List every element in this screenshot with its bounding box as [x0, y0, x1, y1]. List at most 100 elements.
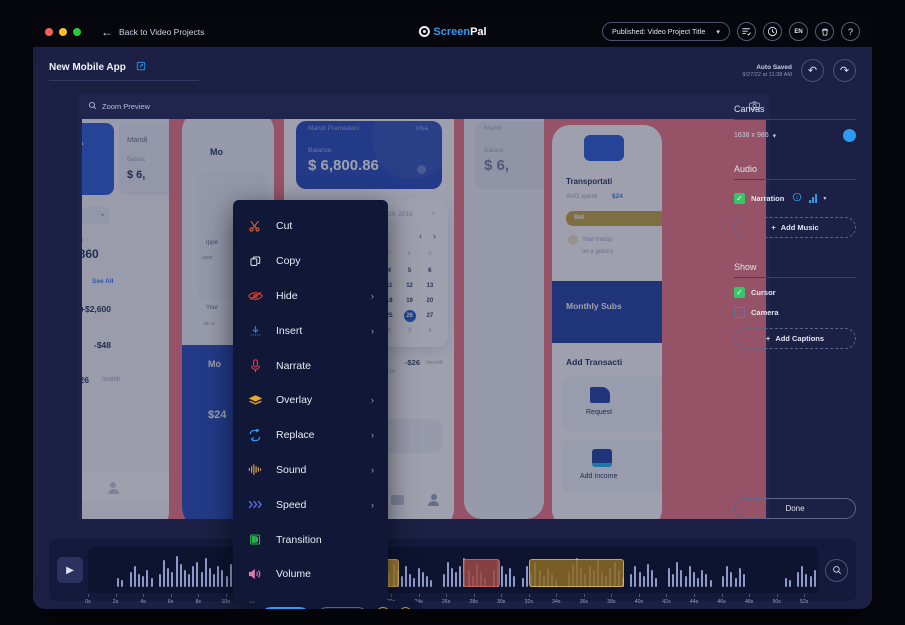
- minimize-window-button[interactable]: [59, 27, 67, 36]
- undo-button[interactable]: ↶: [801, 59, 824, 82]
- add-arrow-button[interactable]: + Arrow: [316, 607, 369, 609]
- divider: [734, 179, 856, 180]
- waveform-bar: [521, 578, 524, 587]
- waveform-bar: [158, 574, 161, 587]
- canvas-size-row: 1638 x 986 ▾: [734, 129, 856, 142]
- transition-icon: [247, 533, 263, 546]
- brand-part-1: Screen: [433, 25, 471, 38]
- trash-icon[interactable]: [815, 22, 834, 41]
- add-captions-button[interactable]: + Add Captions: [734, 328, 856, 349]
- waveform-bar: [801, 566, 804, 587]
- project-title-field[interactable]: New Mobile App: [49, 61, 199, 81]
- history-icon[interactable]: [763, 22, 782, 41]
- add-captions-label: Add Captions: [775, 334, 825, 343]
- cursor-tool-button[interactable]: ➤: [397, 607, 413, 609]
- waveform-bar: [734, 578, 737, 587]
- ruler-label: 40s: [634, 599, 644, 605]
- back-to-video-projects-link[interactable]: ← Back to Video Projects: [101, 26, 204, 38]
- waveform-bar: [730, 572, 733, 587]
- ruler-tick: [776, 594, 778, 597]
- ruler-tick: [225, 594, 227, 597]
- context-menu-item-sound[interactable]: Sound ›: [233, 453, 388, 488]
- list-check-icon[interactable]: [737, 22, 756, 41]
- insert-down-icon: [247, 324, 263, 338]
- waveform-bar: [167, 568, 170, 587]
- waveform-bar: [196, 562, 199, 587]
- context-menu-item-label: Sound: [276, 463, 307, 476]
- waveform-bar: [409, 574, 412, 587]
- project-select-dropdown[interactable]: Published: Video Project Title ▾: [602, 22, 730, 41]
- done-button[interactable]: Done: [734, 498, 856, 519]
- waveform-bar: [229, 564, 232, 587]
- ruler-tick: [638, 594, 640, 597]
- context-menu-item-insert[interactable]: Insert ›: [233, 313, 388, 348]
- info-circle-icon[interactable]: [792, 189, 802, 207]
- help-icon[interactable]: ?: [841, 22, 860, 41]
- camera-label: Camera: [751, 308, 779, 317]
- waveform-bar: [797, 572, 800, 587]
- context-menu-item-copy[interactable]: Copy: [233, 244, 388, 279]
- context-menu-item-overlay[interactable]: Overlay ›: [233, 383, 388, 418]
- narration-checkbox[interactable]: ✓: [734, 192, 745, 204]
- cursor-checkbox[interactable]: ✓: [734, 287, 745, 298]
- floating-toolbar: Tools ▾ + Arrow Tt ➤: [253, 601, 421, 609]
- chevron-down-icon: ▾: [716, 27, 720, 36]
- waveform-bar: [163, 560, 166, 587]
- ruler-tick: [473, 594, 475, 597]
- chevron-down-icon: ▾: [772, 132, 777, 140]
- zoom-preview-label[interactable]: Zoom Preview: [102, 102, 150, 111]
- waveform-bar: [697, 578, 700, 587]
- ruler-tick: [556, 594, 558, 597]
- context-menu-item-speed[interactable]: Speed ›: [233, 487, 388, 522]
- window-controls[interactable]: [45, 27, 81, 36]
- canvas-color-toggle[interactable]: [843, 129, 856, 142]
- context-menu-item-hide[interactable]: Hide ›: [233, 279, 388, 314]
- waveform-bar: [709, 580, 712, 587]
- waveform-bar: [208, 568, 211, 587]
- redo-button[interactable]: ↷: [833, 59, 856, 82]
- waveform-bar: [213, 574, 216, 587]
- context-menu-item-volume[interactable]: Volume: [233, 557, 388, 592]
- chevron-right-icon: ›: [371, 290, 374, 301]
- waveform-bar: [192, 566, 195, 587]
- timeline-clip[interactable]: [528, 559, 624, 587]
- chevron-right-icon: ›: [371, 395, 374, 406]
- context-menu-item-narrate[interactable]: Narrate: [233, 348, 388, 383]
- ruler-tick: [115, 594, 117, 597]
- screenpal-mark-icon: [418, 26, 430, 37]
- timeline-zoom-button[interactable]: [825, 558, 848, 582]
- timeline-track[interactable]: 0s2s4s6s8s10s12s14s16s18s20s22s24s26s28s…: [85, 541, 818, 609]
- context-menu-item-label: Speed: [276, 498, 307, 511]
- camera-checkbox[interactable]: [734, 307, 745, 318]
- language-icon[interactable]: EN: [789, 22, 808, 41]
- timeline-clip[interactable]: [462, 559, 500, 587]
- waveform-bar: [500, 566, 503, 587]
- timeline: ▶ 0s2s4s6s8s10s12s14s16s18s20s22s24s26s2…: [49, 539, 856, 609]
- context-menu-item-label: Volume: [276, 568, 312, 581]
- waveform-bar: [204, 558, 207, 587]
- waveform-bar: [121, 580, 124, 587]
- maximize-window-button[interactable]: [73, 27, 81, 36]
- waveform-icon: [247, 463, 263, 476]
- ruler-label: 52s: [800, 599, 809, 605]
- context-menu[interactable]: Cut Copy Hide › Insert › Narrate Overlay › Replac…: [233, 200, 388, 601]
- edit-square-icon[interactable]: [136, 61, 146, 74]
- waveform-bar: [417, 568, 420, 587]
- waveform-bar: [188, 574, 191, 587]
- text-tool-button[interactable]: Tt: [375, 607, 391, 609]
- bars-icon[interactable]: [809, 193, 818, 203]
- canvas-size-label: 1638 x 986: [734, 132, 769, 139]
- add-music-button[interactable]: + Add Music: [734, 217, 856, 238]
- ruler-label: 34s: [552, 599, 561, 605]
- play-button[interactable]: ▶: [57, 557, 83, 583]
- canvas-size-dropdown[interactable]: 1638 x 986 ▾: [734, 132, 776, 140]
- context-menu-item-replace[interactable]: Replace ›: [233, 418, 388, 453]
- chevron-down-icon[interactable]: ▾: [823, 195, 826, 202]
- waveform-bar: [513, 576, 516, 587]
- tools-button[interactable]: Tools ▾: [261, 607, 310, 609]
- context-menu-item-cut[interactable]: Cut: [233, 209, 388, 244]
- preview-canvas[interactable]: VISA Mandi Balanc $ 6, 26, 2019 ▾ Income…: [82, 119, 766, 519]
- autosave-timestamp: 9/27/22 at 11:38 AM: [742, 71, 792, 78]
- context-menu-item-transition[interactable]: Transition: [233, 522, 388, 557]
- close-window-button[interactable]: [45, 27, 53, 36]
